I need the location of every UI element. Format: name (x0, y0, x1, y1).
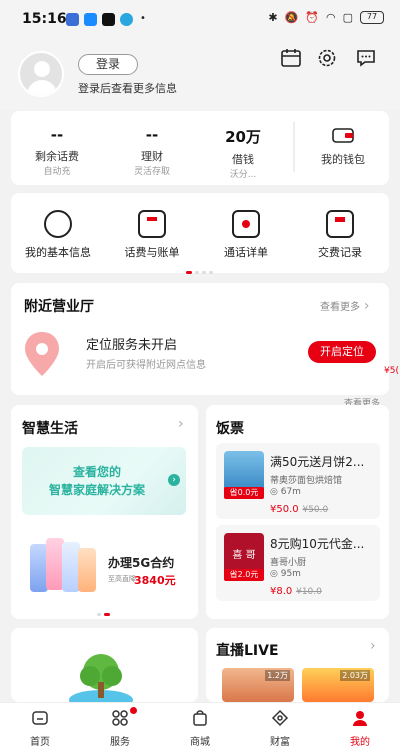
wallet-icon (332, 128, 354, 143)
stat-loan[interactable]: 20万 借钱 沃分... (208, 126, 278, 180)
coupon-item[interactable]: 省0.0元 满50元送月饼2... 蒂奥莎面包烘焙馆 ◎ 67m ¥50.0 ¥… (216, 443, 380, 519)
location-icon: ◎ (270, 487, 278, 497)
service-payment-record[interactable]: 交费记录 (300, 210, 380, 260)
phone-list-icon (232, 210, 260, 238)
stat-balance[interactable]: -- 剩余话费 自动充 (22, 126, 92, 177)
stat-finance[interactable]: -- 理财 灵活存取 (117, 126, 187, 177)
my-wallet[interactable]: 我的钱包 (306, 126, 380, 167)
carousel-indicator (97, 605, 113, 619)
gear-icon[interactable] (316, 47, 338, 69)
location-icon: ◎ (270, 569, 278, 579)
nav-service[interactable]: 服务 (80, 707, 160, 748)
telegram-notification-icon (120, 13, 133, 26)
nav-shop[interactable]: 商城 (160, 707, 240, 748)
service-basic-info[interactable]: 我的基本信息 (18, 210, 98, 260)
section-title: 附近营业厅 (24, 299, 94, 315)
enable-location-button[interactable]: 开启定位 (308, 341, 376, 363)
message-icon[interactable] (355, 47, 377, 69)
tiktok-notification-icon (102, 13, 115, 26)
tree-illustration (69, 654, 133, 702)
login-button[interactable]: 登录 (78, 54, 138, 75)
notification-dot (130, 707, 137, 714)
service-bill[interactable]: 话费与账单 (112, 210, 192, 260)
phone-image (78, 548, 96, 592)
nav-home[interactable]: 首页 (0, 707, 80, 748)
profile-icon (353, 711, 367, 726)
nav-profile[interactable]: 我的 (320, 707, 400, 748)
nav-wealth[interactable]: 财富 (240, 707, 320, 748)
service-call-detail[interactable]: 通话详单 (206, 210, 286, 260)
divider (293, 122, 295, 172)
section-title: 智慧生活 (22, 421, 78, 437)
location-status: 定位服务未开启 (86, 338, 178, 353)
coupon-item[interactable]: 喜 哥 省2.0元 8元购10元代金... 喜哥小厨 ◎ 95m ¥8.0 ¥1… (216, 525, 380, 601)
section-title: 直播LIVE (216, 643, 279, 659)
status-bar: 15:16 • ✱ 🔕 ⏰ ◠ ▢ 77 (0, 0, 400, 38)
location-pin-icon (25, 332, 59, 376)
bill-icon (138, 210, 166, 238)
wealth-icon (271, 709, 289, 727)
chevron-right-icon[interactable]: › (178, 416, 184, 432)
smart-home-banner[interactable]: 查看您的 智慧家庭解决方案 › (22, 447, 186, 515)
5g-promo-banner[interactable]: 办理5G合约 至高直降 3840元 (22, 536, 186, 596)
arrow-right-icon: › (168, 474, 180, 486)
clipped-price: ¥5( (384, 366, 399, 376)
calendar-icon[interactable] (280, 47, 302, 69)
wifi-icon: ◠ (325, 11, 336, 24)
live-thumbnail[interactable]: 1.2万 (222, 668, 294, 702)
carousel-indicator (186, 263, 216, 277)
section-title: 饭票 (216, 421, 244, 437)
bottom-nav: 首页 服务 商城 财富 我的 (0, 702, 400, 750)
avatar[interactable] (18, 51, 64, 97)
app-notification-icon (66, 13, 79, 26)
home-icon (32, 711, 48, 725)
bluetooth-icon: ✱ (268, 11, 278, 24)
chevron-right-icon: › (363, 298, 370, 314)
live-thumbnail[interactable]: 2.03万 (302, 668, 374, 702)
mute-icon: 🔕 (284, 11, 299, 24)
user-card-icon (44, 210, 72, 238)
status-icons: ✱ 🔕 ⏰ ◠ ▢ 77 (268, 11, 384, 24)
location-hint: 开启后可获得附近网点信息 (86, 360, 206, 371)
alarm-icon: ⏰ (305, 11, 319, 24)
payment-record-icon (326, 210, 354, 238)
login-hint: 登录后查看更多信息 (78, 82, 177, 95)
nearby-more-link[interactable]: 查看更多 › (320, 298, 369, 314)
battery-icon: 77 (360, 11, 384, 24)
status-time: 15:16 (22, 11, 67, 27)
shop-bag-icon (193, 710, 207, 726)
sim-icon: ▢ (342, 11, 353, 24)
app-notification-icon (84, 13, 97, 26)
chevron-right-icon[interactable]: › (370, 638, 376, 654)
service-icon (112, 710, 128, 726)
more-notifications-icon: • (140, 13, 146, 24)
